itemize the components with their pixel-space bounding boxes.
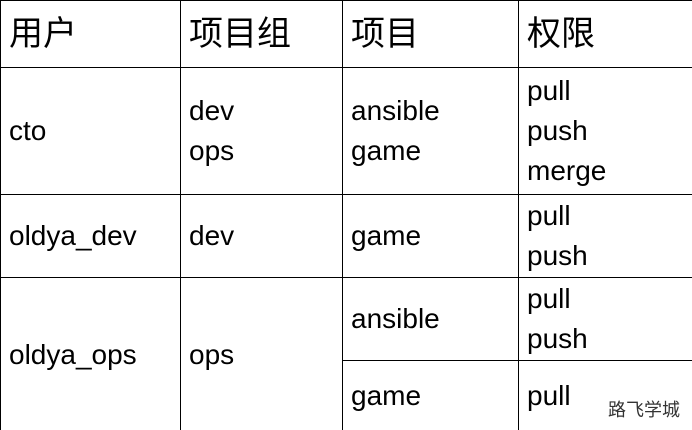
permission-item: push xyxy=(527,323,588,354)
header-user: 用户 xyxy=(0,0,181,68)
table-row: cto dev ops ansible game pull push merge xyxy=(0,67,692,195)
project-cell: ansible xyxy=(342,277,519,361)
user-cell: oldya_ops xyxy=(0,277,181,430)
permission-item: push xyxy=(527,115,588,146)
user-cell: cto xyxy=(0,67,181,195)
header-row: 用户 项目组 项目 权限 xyxy=(0,0,692,68)
permission-cell: pull push merge xyxy=(518,67,692,195)
group-cell: dev xyxy=(180,194,343,278)
user-cell: oldya_dev xyxy=(0,194,181,278)
header-project: 项目 xyxy=(342,0,519,68)
permission-cell: pull push xyxy=(518,277,692,361)
permission-table: 用户 项目组 项目 权限 cto dev ops ansible game pu… xyxy=(0,0,692,430)
project-item: ansible xyxy=(351,95,440,126)
group-item: ops xyxy=(189,135,235,166)
project-item: game xyxy=(351,135,422,166)
table-row: oldya_ops ops ansible pull push xyxy=(0,277,692,430)
group-cell: dev ops xyxy=(180,67,343,195)
permission-item: pull xyxy=(527,75,571,106)
group-item: dev xyxy=(189,95,235,126)
header-group: 项目组 xyxy=(180,0,343,68)
page: 用户 项目组 项目 权限 cto dev ops ansible game pu… xyxy=(0,0,692,430)
project-cell: game xyxy=(342,194,519,278)
permission-cell: pull push xyxy=(518,194,692,278)
permission-item: push xyxy=(527,240,588,271)
project-cell: ansible game xyxy=(342,67,519,195)
group-cell: ops xyxy=(180,277,343,430)
table-row: oldya_dev dev game pull push xyxy=(0,194,692,278)
permission-item: pull xyxy=(527,283,571,314)
permission-item: pull xyxy=(527,200,571,231)
watermark: 路飞学城 xyxy=(606,396,682,422)
permission-item: merge xyxy=(527,155,607,186)
project-cell: game xyxy=(342,360,519,430)
header-permission: 权限 xyxy=(518,0,692,68)
